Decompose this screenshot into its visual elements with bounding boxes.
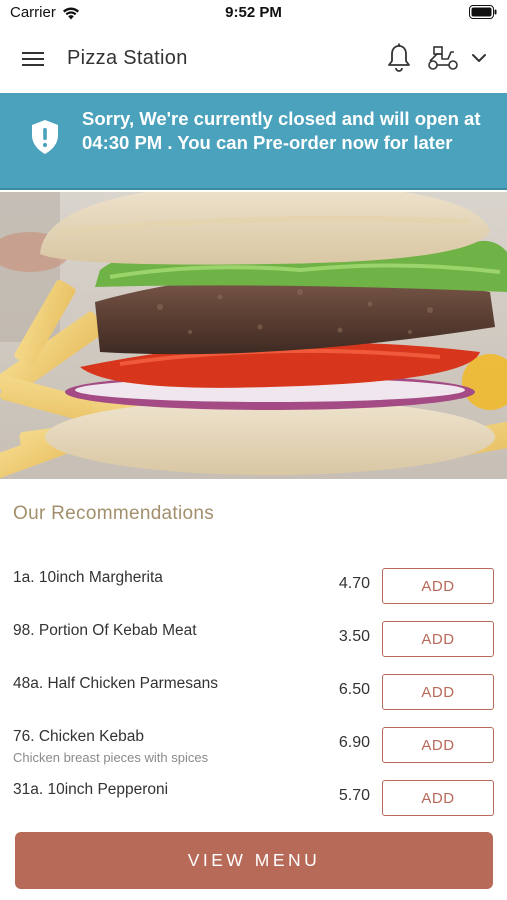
item-price: 6.90 — [338, 734, 370, 751]
menu-icon — [22, 52, 44, 66]
battery-icon — [469, 5, 497, 23]
item-price: 6.50 — [338, 681, 370, 698]
item-description: Chicken breast pieces with spices — [13, 750, 209, 765]
shield-alert-icon — [32, 120, 58, 154]
banner-message: Sorry, We're currently closed and will o… — [82, 108, 481, 153]
nav-bar: Pizza Station — [0, 26, 507, 92]
menu-button[interactable] — [18, 46, 48, 72]
page-title: Pizza Station — [67, 47, 188, 69]
item-name: 48a. Half Chicken Parmesans — [13, 675, 219, 692]
scooter-icon — [428, 46, 458, 70]
add-button[interactable]: ADD — [382, 727, 494, 763]
view-menu-button[interactable]: VIEW MENU — [15, 832, 493, 889]
item-name: 31a. 10inch Pepperoni — [13, 781, 169, 798]
add-button[interactable]: ADD — [382, 568, 494, 604]
hero-image — [0, 192, 507, 479]
notifications-button[interactable] — [384, 42, 414, 74]
closed-banner: Sorry, We're currently closed and will o… — [0, 93, 507, 190]
item-price: 3.50 — [338, 628, 370, 645]
list-item: 98. Portion Of Kebab Meat 3.50 ADD — [0, 608, 507, 661]
add-button[interactable]: ADD — [382, 780, 494, 816]
add-button[interactable]: ADD — [382, 674, 494, 710]
item-price: 5.70 — [338, 787, 370, 804]
chevron-down-icon — [472, 54, 486, 62]
list-item: 48a. Half Chicken Parmesans 6.50 ADD — [0, 661, 507, 714]
add-button[interactable]: ADD — [382, 621, 494, 657]
item-name: 76. Chicken Kebab — [13, 728, 144, 745]
recommendations-title: Our Recommendations — [13, 503, 215, 524]
bell-icon — [388, 43, 410, 72]
item-price: 4.70 — [338, 575, 370, 592]
list-item: 76. Chicken Kebab Chicken breast pieces … — [0, 714, 507, 767]
item-name: 1a. 10inch Margherita — [13, 569, 163, 586]
item-name: 98. Portion Of Kebab Meat — [13, 622, 197, 639]
status-time: 9:52 PM — [225, 4, 282, 21]
delivery-mode-button[interactable] — [426, 44, 460, 72]
status-bar: Carrier 9:52 PM — [0, 0, 507, 26]
delivery-mode-dropdown[interactable] — [468, 48, 490, 68]
list-item: 1a. 10inch Margherita 4.70 ADD — [0, 555, 507, 608]
list-item: 31a. 10inch Pepperoni 5.70 ADD — [0, 767, 507, 820]
